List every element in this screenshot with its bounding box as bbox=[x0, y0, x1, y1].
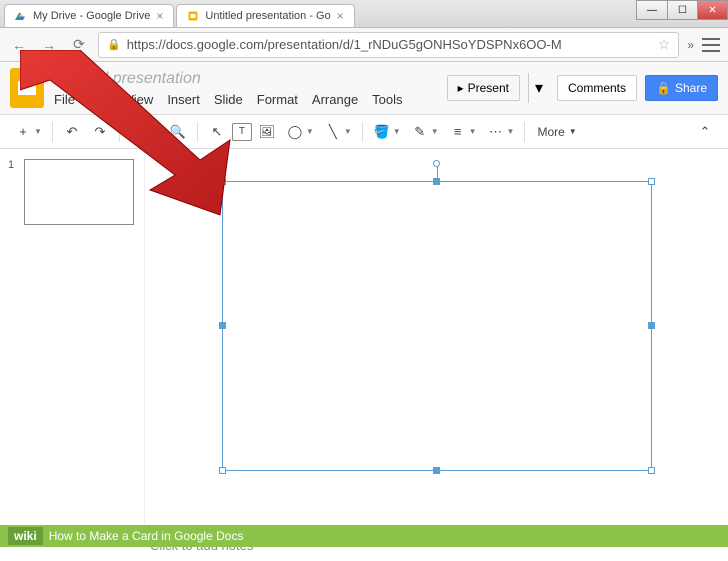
chevron-down-icon[interactable]: ▼ bbox=[431, 127, 443, 136]
document-title[interactable]: Untitled presentation bbox=[54, 70, 437, 88]
resize-handle-se[interactable] bbox=[648, 467, 655, 474]
docs-header: Untitled presentation File Edit View Ins… bbox=[0, 62, 728, 115]
slides-icon bbox=[187, 10, 199, 22]
close-icon[interactable]: × bbox=[156, 9, 163, 23]
textbox-button[interactable]: T bbox=[232, 123, 252, 141]
image-button[interactable]: 🖼 bbox=[254, 119, 280, 145]
toolbar: +▼ ↶ ↷ 🖌 🔍 ↖ T 🖼 ◯▼ ╲▼ 🪣▼ ✎▼ ≡▼ ⋯▼ More … bbox=[0, 115, 728, 149]
drive-icon bbox=[15, 10, 27, 22]
window-close-button[interactable]: ✕ bbox=[697, 1, 727, 19]
select-tool-button[interactable]: ↖ bbox=[204, 119, 230, 145]
slides-logo[interactable] bbox=[10, 68, 44, 108]
workspace: 1 bbox=[0, 149, 728, 529]
slide-number: 1 bbox=[8, 159, 18, 225]
share-button[interactable]: 🔒 Share bbox=[645, 75, 718, 101]
close-icon[interactable]: × bbox=[337, 9, 344, 23]
present-dropdown-button[interactable]: ▾ bbox=[528, 73, 549, 103]
comments-button[interactable]: Comments bbox=[557, 75, 637, 101]
address-bar: ← → ⟳ 🔒 https://docs.google.com/presenta… bbox=[0, 28, 728, 62]
star-icon[interactable]: ☆ bbox=[658, 36, 671, 53]
browser-tab-presentation[interactable]: Untitled presentation - Go × bbox=[176, 4, 354, 27]
rotate-handle[interactable] bbox=[433, 160, 440, 167]
chevron-down-icon[interactable]: ▼ bbox=[507, 127, 519, 136]
resize-handle-w[interactable] bbox=[219, 322, 226, 329]
chevron-down-icon[interactable]: ▼ bbox=[306, 127, 318, 136]
wiki-brand: wiki bbox=[8, 527, 43, 545]
zoom-button[interactable]: 🔍 bbox=[165, 119, 191, 145]
window-maximize-button[interactable]: ☐ bbox=[667, 1, 697, 19]
reload-button[interactable]: ⟳ bbox=[68, 34, 90, 56]
redo-button[interactable]: ↷ bbox=[87, 119, 113, 145]
chevron-down-icon[interactable]: ▼ bbox=[469, 127, 481, 136]
present-button[interactable]: ▸ Present bbox=[447, 75, 520, 101]
new-slide-button[interactable]: + bbox=[10, 119, 36, 145]
browser-tab-bar: My Drive - Google Drive × Untitled prese… bbox=[0, 0, 728, 28]
more-button[interactable]: More ▼ bbox=[531, 125, 582, 139]
resize-handle-sw[interactable] bbox=[219, 467, 226, 474]
tab-label: My Drive - Google Drive bbox=[33, 10, 150, 22]
wiki-caption: How to Make a Card in Google Docs bbox=[49, 529, 244, 543]
slide-canvas[interactable] bbox=[145, 149, 728, 529]
play-icon: ▸ bbox=[458, 81, 464, 95]
resize-handle-n[interactable] bbox=[433, 178, 440, 185]
menu-tools[interactable]: Tools bbox=[372, 92, 402, 107]
hamburger-menu-button[interactable] bbox=[702, 38, 720, 52]
resize-handle-s[interactable] bbox=[433, 467, 440, 474]
chevron-down-icon[interactable]: ▼ bbox=[34, 127, 46, 136]
menu-insert[interactable]: Insert bbox=[167, 92, 200, 107]
lock-icon: 🔒 bbox=[656, 81, 671, 95]
paint-format-button[interactable]: 🖌 bbox=[126, 119, 152, 145]
url-text: https://docs.google.com/presentation/d/1… bbox=[127, 37, 562, 52]
menu-format[interactable]: Format bbox=[257, 92, 298, 107]
menu-arrange[interactable]: Arrange bbox=[312, 92, 358, 107]
forward-button[interactable]: → bbox=[38, 34, 60, 56]
shape-button[interactable]: ◯ bbox=[282, 119, 308, 145]
menu-file[interactable]: File bbox=[54, 92, 75, 107]
slide-thumbnail-row: 1 bbox=[8, 159, 136, 225]
line-button[interactable]: ╲ bbox=[320, 119, 346, 145]
window-controls: — ☐ ✕ bbox=[636, 0, 728, 20]
back-button[interactable]: ← bbox=[8, 34, 30, 56]
chevron-down-icon[interactable]: ▼ bbox=[344, 127, 356, 136]
line-weight-button[interactable]: ≡ bbox=[445, 119, 471, 145]
undo-button[interactable]: ↶ bbox=[59, 119, 85, 145]
menu-edit[interactable]: Edit bbox=[89, 92, 111, 107]
tab-label: Untitled presentation - Go bbox=[205, 10, 330, 22]
chevron-right-icon[interactable]: » bbox=[687, 38, 694, 52]
line-dash-button[interactable]: ⋯ bbox=[483, 119, 509, 145]
fill-color-button[interactable]: 🪣 bbox=[369, 119, 395, 145]
chevron-down-icon[interactable]: ▼ bbox=[393, 127, 405, 136]
browser-tab-drive[interactable]: My Drive - Google Drive × bbox=[4, 4, 174, 27]
resize-handle-e[interactable] bbox=[648, 322, 655, 329]
slide-thumbnail-panel: 1 bbox=[0, 149, 145, 529]
collapse-toolbar-button[interactable]: ⌃ bbox=[692, 119, 718, 145]
selected-textbox[interactable] bbox=[222, 181, 652, 471]
line-color-button[interactable]: ✎ bbox=[407, 119, 433, 145]
lock-icon: 🔒 bbox=[107, 38, 121, 51]
menu-slide[interactable]: Slide bbox=[214, 92, 243, 107]
wiki-caption-banner: wiki How to Make a Card in Google Docs bbox=[0, 525, 728, 547]
resize-handle-ne[interactable] bbox=[648, 178, 655, 185]
url-field[interactable]: 🔒 https://docs.google.com/presentation/d… bbox=[98, 32, 679, 58]
resize-handle-nw[interactable] bbox=[219, 178, 226, 185]
window-minimize-button[interactable]: — bbox=[637, 1, 667, 19]
menu-bar: File Edit View Insert Slide Format Arran… bbox=[54, 92, 437, 107]
menu-view[interactable]: View bbox=[125, 92, 153, 107]
slide-thumbnail[interactable] bbox=[24, 159, 134, 225]
